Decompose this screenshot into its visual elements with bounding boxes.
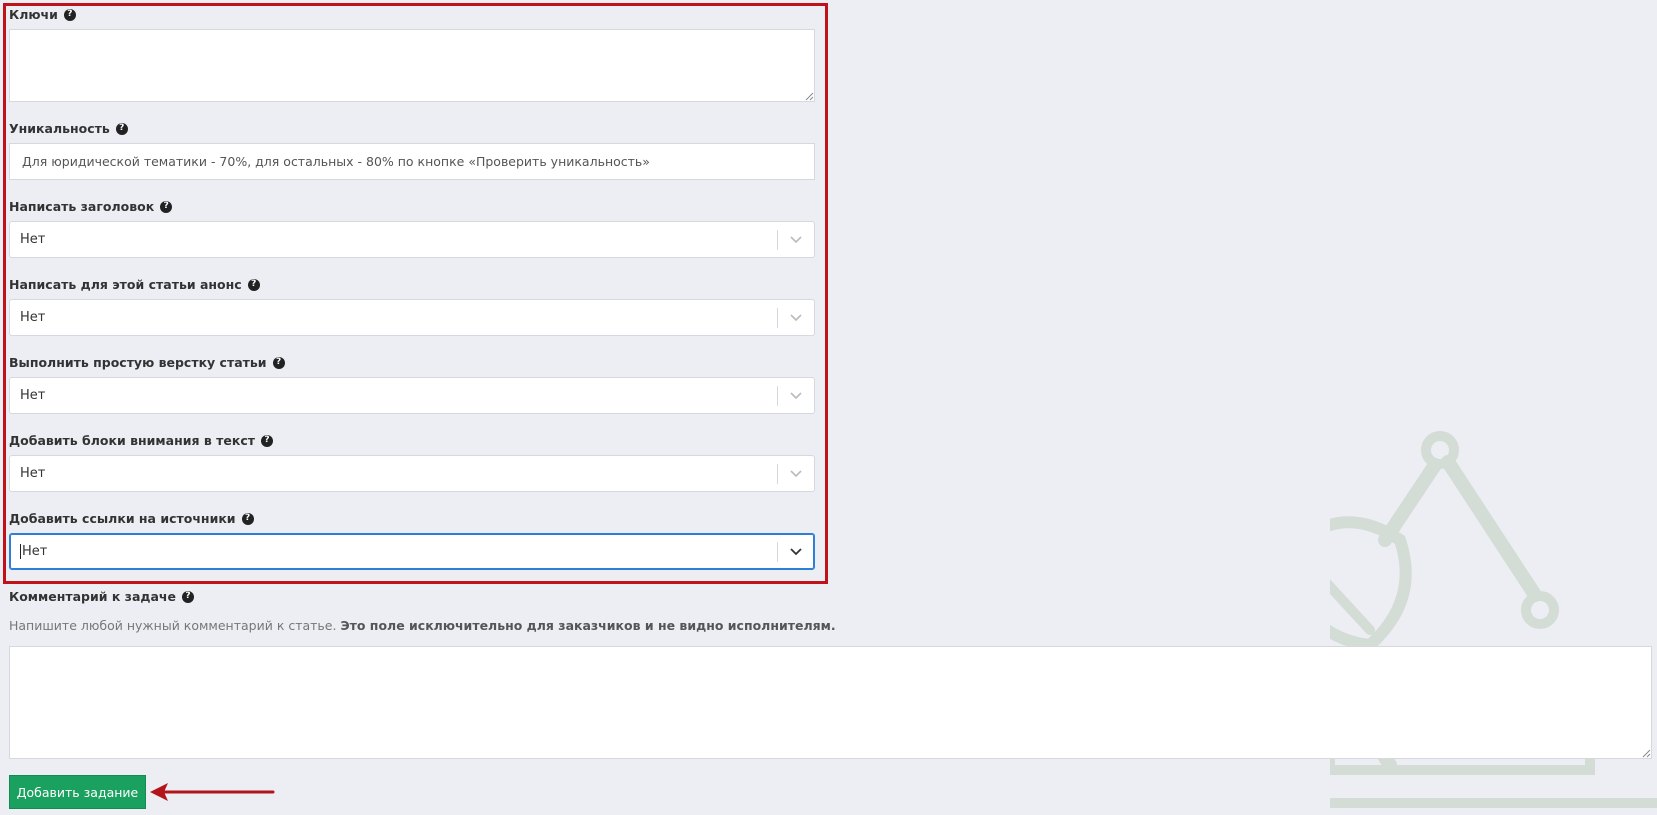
attention-blocks-select[interactable]: Нет [9, 455, 815, 492]
arrow-annotation-icon [150, 783, 275, 801]
source-links-label: Добавить ссылки на источники ? [9, 511, 254, 526]
resize-grip-icon[interactable] [1642, 749, 1651, 758]
question-circle-icon[interactable]: ? [115, 122, 128, 135]
comment-hint: Напишите любой нужный комментарий к стат… [9, 618, 836, 633]
comment-textarea[interactable] [9, 646, 1652, 759]
write-title-label: Написать заголовок ? [9, 199, 173, 214]
keys-label: Ключи ? [9, 7, 76, 22]
chevron-down-icon[interactable] [778, 456, 814, 491]
resize-grip-icon[interactable] [805, 92, 814, 101]
simple-layout-label: Выполнить простую верстку статьи ? [9, 355, 285, 370]
chevron-down-icon[interactable] [778, 222, 814, 257]
add-task-button[interactable]: Добавить задание [9, 775, 146, 809]
question-circle-icon[interactable]: ? [272, 356, 285, 369]
question-circle-icon[interactable]: ? [160, 200, 173, 213]
question-circle-icon[interactable]: ? [260, 434, 273, 447]
question-circle-icon[interactable]: ? [63, 8, 76, 21]
uniqueness-input[interactable]: Для юридической тематики - 70%, для оста… [9, 143, 815, 180]
comment-label: Комментарий к задаче ? [9, 589, 194, 604]
simple-layout-select[interactable]: Нет [9, 377, 815, 414]
chevron-down-icon[interactable] [778, 534, 814, 569]
chevron-down-icon[interactable] [778, 300, 814, 335]
question-circle-icon[interactable]: ? [241, 512, 254, 525]
keys-textarea[interactable] [9, 29, 815, 102]
uniqueness-placeholder: Для юридической тематики - 70%, для оста… [22, 154, 650, 169]
source-links-select[interactable]: Нет [9, 533, 815, 570]
uniqueness-label: Уникальность ? [9, 121, 128, 136]
write-announce-label: Написать для этой статьи анонс ? [9, 277, 260, 292]
chevron-down-icon[interactable] [778, 378, 814, 413]
question-circle-icon[interactable]: ? [181, 590, 194, 603]
write-title-select[interactable]: Нет [9, 221, 815, 258]
attention-blocks-label: Добавить блоки внимания в текст ? [9, 433, 273, 448]
write-announce-select[interactable]: Нет [9, 299, 815, 336]
question-circle-icon[interactable]: ? [247, 278, 260, 291]
